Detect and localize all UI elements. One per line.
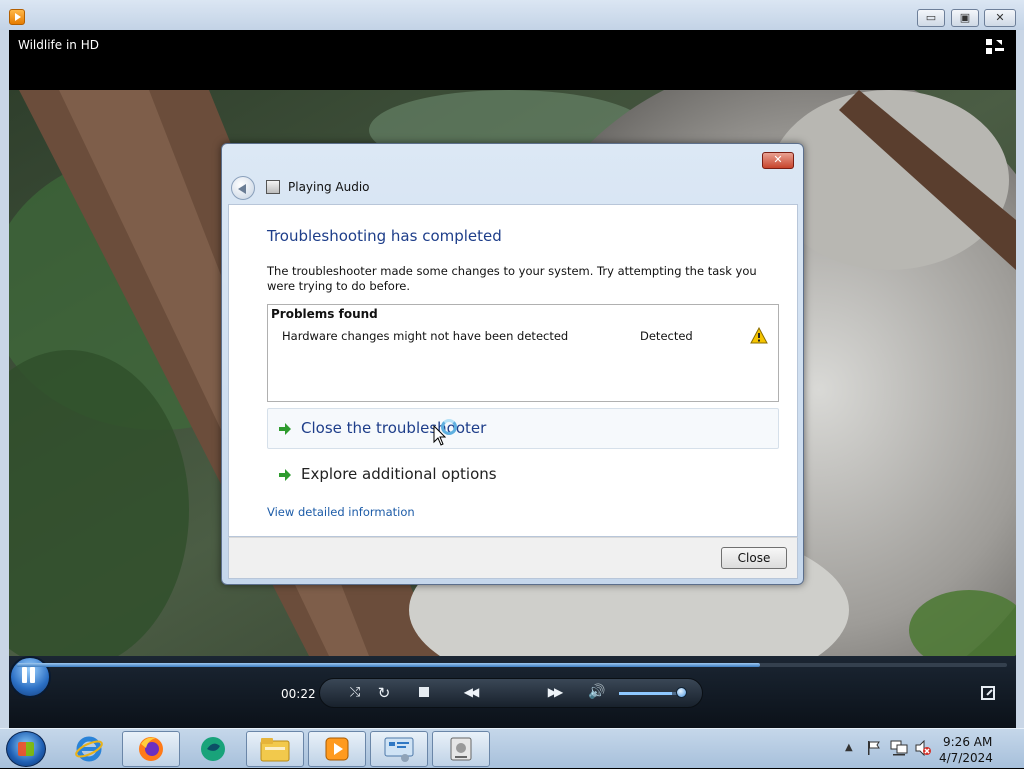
dialog-title: Playing Audio [288, 180, 370, 194]
fullscreen-button[interactable] [981, 686, 995, 700]
volume-muted-icon[interactable] [914, 740, 932, 756]
taskbar-app[interactable] [184, 731, 242, 767]
troubleshooter-icon [266, 180, 280, 194]
explore-additional-options-option[interactable]: Explore additional options [267, 454, 779, 495]
dialog-footer: Close [228, 537, 798, 579]
clock-date[interactable]: 4/7/2024 [939, 751, 993, 765]
mute-button[interactable]: 🔊 [587, 684, 607, 700]
seek-bar[interactable] [17, 663, 1007, 667]
volume-slider[interactable] [619, 692, 681, 695]
playback-controls: 00:22 ⤭ ↻ ◀◀ ▶▶ 🔊 [9, 656, 1016, 728]
taskbar-troubleshooter[interactable] [432, 731, 490, 767]
now-playing-title: Wildlife in HD [18, 38, 99, 52]
problems-found-list: Problems found Hardware changes might no… [267, 304, 779, 402]
title-bar[interactable]: ▭ ▣ ✕ [0, 0, 1024, 30]
firefox-icon [139, 737, 163, 761]
back-button[interactable] [231, 176, 255, 200]
action-center-flag-icon[interactable] [866, 740, 882, 756]
mouse-cursor-icon [433, 425, 447, 446]
media-player-icon [325, 737, 349, 761]
minimize-button[interactable]: ▭ [917, 9, 945, 27]
close-button[interactable]: Close [721, 547, 787, 569]
problems-header: Problems found [271, 307, 378, 321]
next-button[interactable]: ▶▶ [541, 685, 567, 699]
volume-slider-thumb[interactable] [676, 687, 687, 698]
explore-options-label: Explore additional options [301, 465, 497, 483]
close-troubleshooter-label: Close the troubleshooter [301, 419, 487, 437]
problem-name: Hardware changes might not have been det… [282, 329, 569, 343]
troubleshooter-dialog: ✕ Playing Audio Troubleshooting has comp… [221, 143, 804, 585]
control-panel-icon [384, 737, 414, 762]
page-heading: Troubleshooting has completed [267, 227, 502, 245]
taskbar-firefox[interactable] [122, 731, 180, 767]
close-troubleshooter-option[interactable]: Close the troubleshooter [267, 408, 779, 449]
start-button[interactable] [6, 731, 46, 767]
problem-status: Detected [640, 329, 693, 343]
troubleshooter-icon [450, 737, 472, 761]
taskbar: ▲ 9:26 AM 4/7/2024 [0, 728, 1024, 768]
view-detailed-information-link[interactable]: View detailed information [267, 505, 415, 519]
green-arrow-icon [279, 469, 291, 481]
show-hidden-icons-button[interactable]: ▲ [845, 742, 853, 753]
switch-to-library-icon[interactable] [986, 39, 1004, 55]
taskbar-windows-media-player[interactable] [308, 731, 366, 767]
warning-icon [750, 327, 768, 344]
volume-level [619, 692, 672, 695]
notification-area: ▲ 9:26 AM 4/7/2024 [842, 729, 1024, 769]
clock-time[interactable]: 9:26 AM [943, 735, 992, 749]
network-icon[interactable] [890, 740, 908, 756]
close-window-button[interactable]: ✕ [984, 9, 1016, 27]
dialog-content: Troubleshooting has completed The troubl… [228, 204, 798, 537]
shuffle-button[interactable]: ⤭ [346, 685, 364, 700]
stop-button[interactable] [419, 687, 429, 697]
taskbar-internet-explorer[interactable] [60, 731, 118, 767]
previous-button[interactable]: ◀◀ [457, 685, 483, 699]
app-icon [201, 737, 225, 761]
description-text: The troubleshooter made some changes to … [267, 264, 757, 293]
green-arrow-icon [279, 423, 291, 435]
dialog-close-button[interactable]: ✕ [762, 152, 794, 169]
elapsed-time: 00:22 [281, 687, 316, 701]
media-player-icon [9, 9, 25, 25]
seek-progress [17, 663, 760, 667]
maximize-button[interactable]: ▣ [951, 9, 979, 27]
taskbar-file-explorer[interactable] [246, 731, 304, 767]
internet-explorer-icon [75, 736, 103, 762]
repeat-button[interactable]: ↻ [375, 684, 393, 702]
folder-icon [260, 738, 290, 762]
taskbar-control-panel[interactable] [370, 731, 428, 767]
